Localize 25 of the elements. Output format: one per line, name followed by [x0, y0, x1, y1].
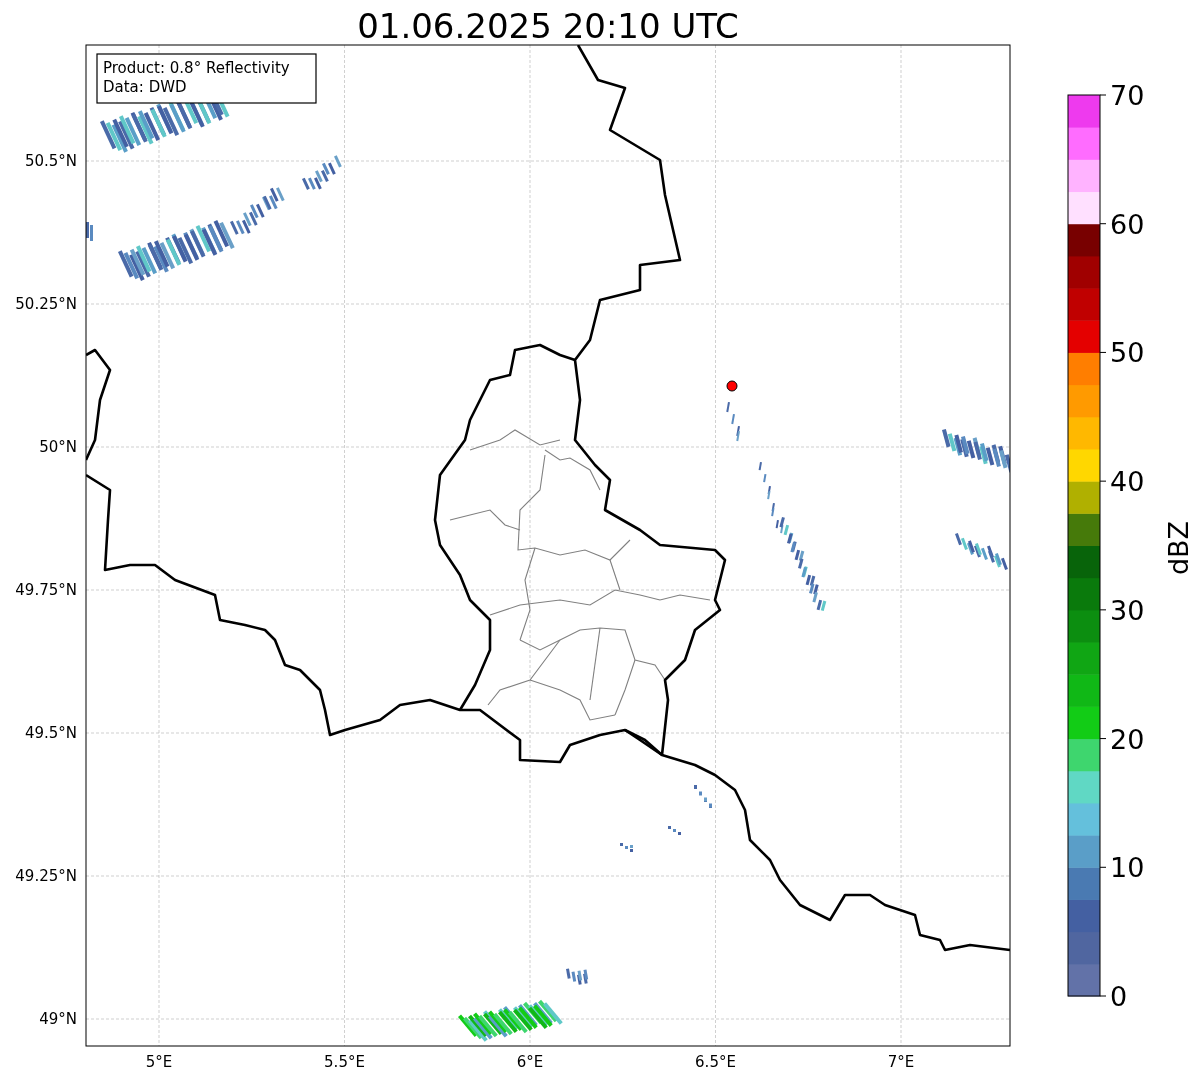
- latitude-label: 49.75°N: [15, 581, 77, 599]
- colorbar-label: dBZ: [1163, 520, 1194, 576]
- colorbar-tick-label: 50: [1110, 337, 1145, 369]
- chart-title: 01.06.2025 20:10 UTC: [357, 6, 739, 46]
- colorbar-tick-label: 70: [1110, 80, 1145, 111]
- latitude-label: 50.5°N: [24, 152, 77, 170]
- longitude-label: 7°E: [887, 1053, 915, 1071]
- info-text: Product: 0.8° Reflectivity: [103, 59, 290, 77]
- latitude-label: 49.5°N: [24, 724, 77, 742]
- latitude-label: 50°N: [39, 438, 77, 456]
- longitude-label: 5.5°E: [324, 1053, 365, 1071]
- longitude-label: 6.5°E: [695, 1053, 736, 1071]
- colorbar-tick-label: 0: [1110, 981, 1128, 1012]
- radar-site-marker: [726, 380, 738, 392]
- colorbar-tick-label: 10: [1110, 852, 1145, 884]
- latitude-label: 49.25°N: [15, 867, 77, 885]
- longitude-label: 5°E: [145, 1053, 173, 1071]
- latitude-label: 49°N: [39, 1010, 77, 1028]
- info-text: Data: DWD: [103, 78, 187, 96]
- colorbar-tick-label: 40: [1110, 466, 1145, 498]
- colorbar-tick-label: 60: [1110, 208, 1145, 240]
- colorbar-tick-label: 20: [1110, 723, 1145, 755]
- latitude-label: 50.25°N: [15, 295, 77, 313]
- colorbar-tick-label: 30: [1110, 594, 1145, 626]
- longitude-label: 6°E: [516, 1053, 544, 1071]
